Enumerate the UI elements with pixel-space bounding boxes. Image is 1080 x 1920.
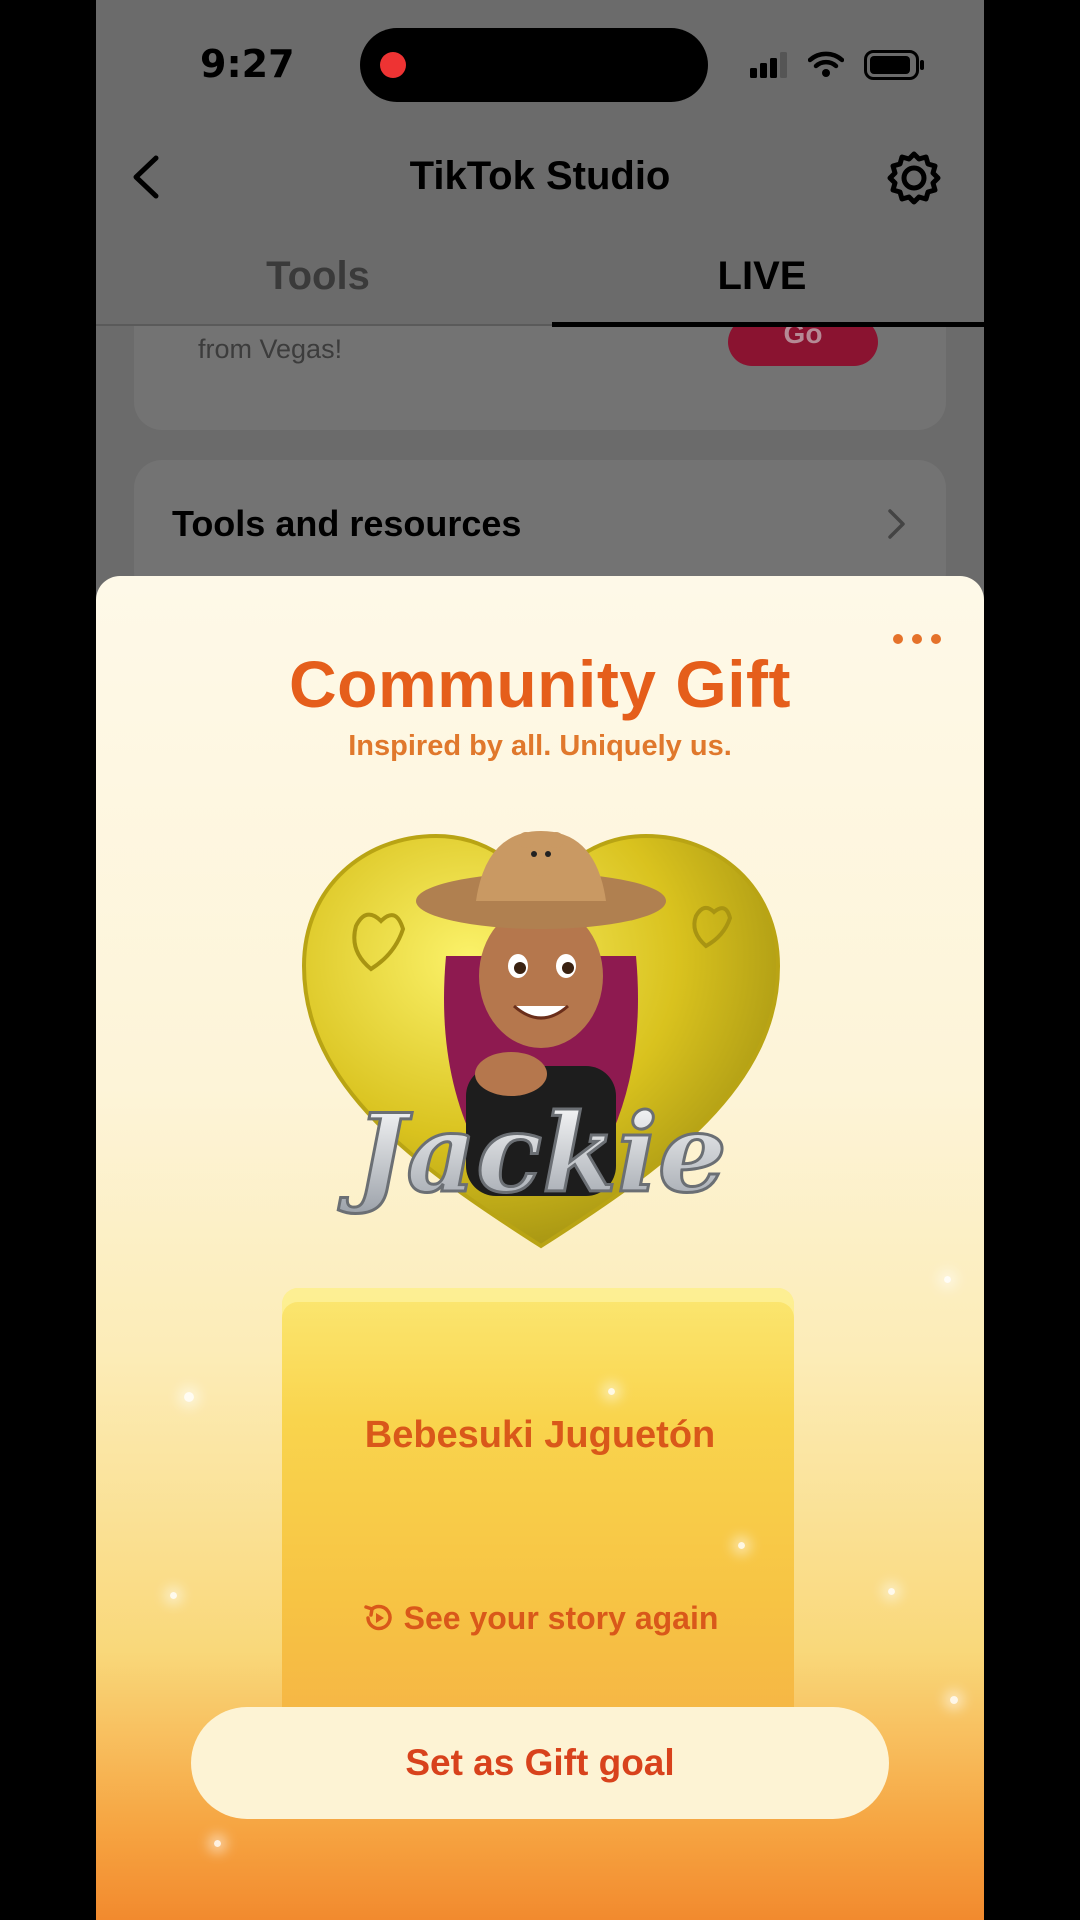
battery-icon [864,50,924,80]
dynamic-island [360,28,708,102]
gear-icon[interactable] [886,150,942,206]
tab-bar: Tools LIVE [96,240,984,327]
page-title: TikTok Studio [409,154,671,198]
community-gift-sheet: Community Gift Inspired by all. Uniquely… [96,576,984,1920]
phone-screen: 9:27 TikTok Studio from Vegas! Go Tools … [96,0,984,1920]
chevron-right-icon [888,509,905,539]
see-story-label: See your story again [403,1600,719,1636]
sparkle [944,1276,951,1283]
tab-live[interactable]: LIVE [540,254,984,299]
gift-title: Community Gift [289,647,791,721]
creator-name: Bebesuki Juguetón [364,1414,716,1456]
sparkle [950,1696,958,1704]
gift-pedestal [282,1288,794,1728]
sparkle [738,1542,745,1549]
app-header: TikTok Studio [96,130,984,220]
replay-icon [363,1604,392,1631]
signal-icon [750,52,787,78]
sparkle [170,1592,177,1599]
set-gift-goal-label: Set as Gift goal [405,1742,675,1783]
sparkle [608,1388,615,1395]
tab-active-indicator [552,322,984,327]
promo-text: from Vegas! [198,334,343,364]
tools-resources-label: Tools and resources [172,503,522,544]
gift-name-logo: Jackie [338,1091,726,1217]
set-gift-goal-button[interactable]: Set as Gift goal [191,1707,889,1819]
status-time: 9:27 [200,42,295,86]
see-story-link[interactable]: See your story again [96,1600,984,1637]
tab-tools[interactable]: Tools [96,254,540,299]
sparkle [184,1392,194,1402]
status-bar: 9:27 [96,0,984,120]
gift-subtitle: Inspired by all. Uniquely us. [348,730,732,762]
sparkle [888,1588,895,1595]
more-dots-icon[interactable] [892,632,942,646]
recording-dot-icon [380,52,406,78]
wifi-icon [808,51,844,77]
sparkle [214,1840,221,1847]
gift-artwork: Jackie [301,831,781,1249]
